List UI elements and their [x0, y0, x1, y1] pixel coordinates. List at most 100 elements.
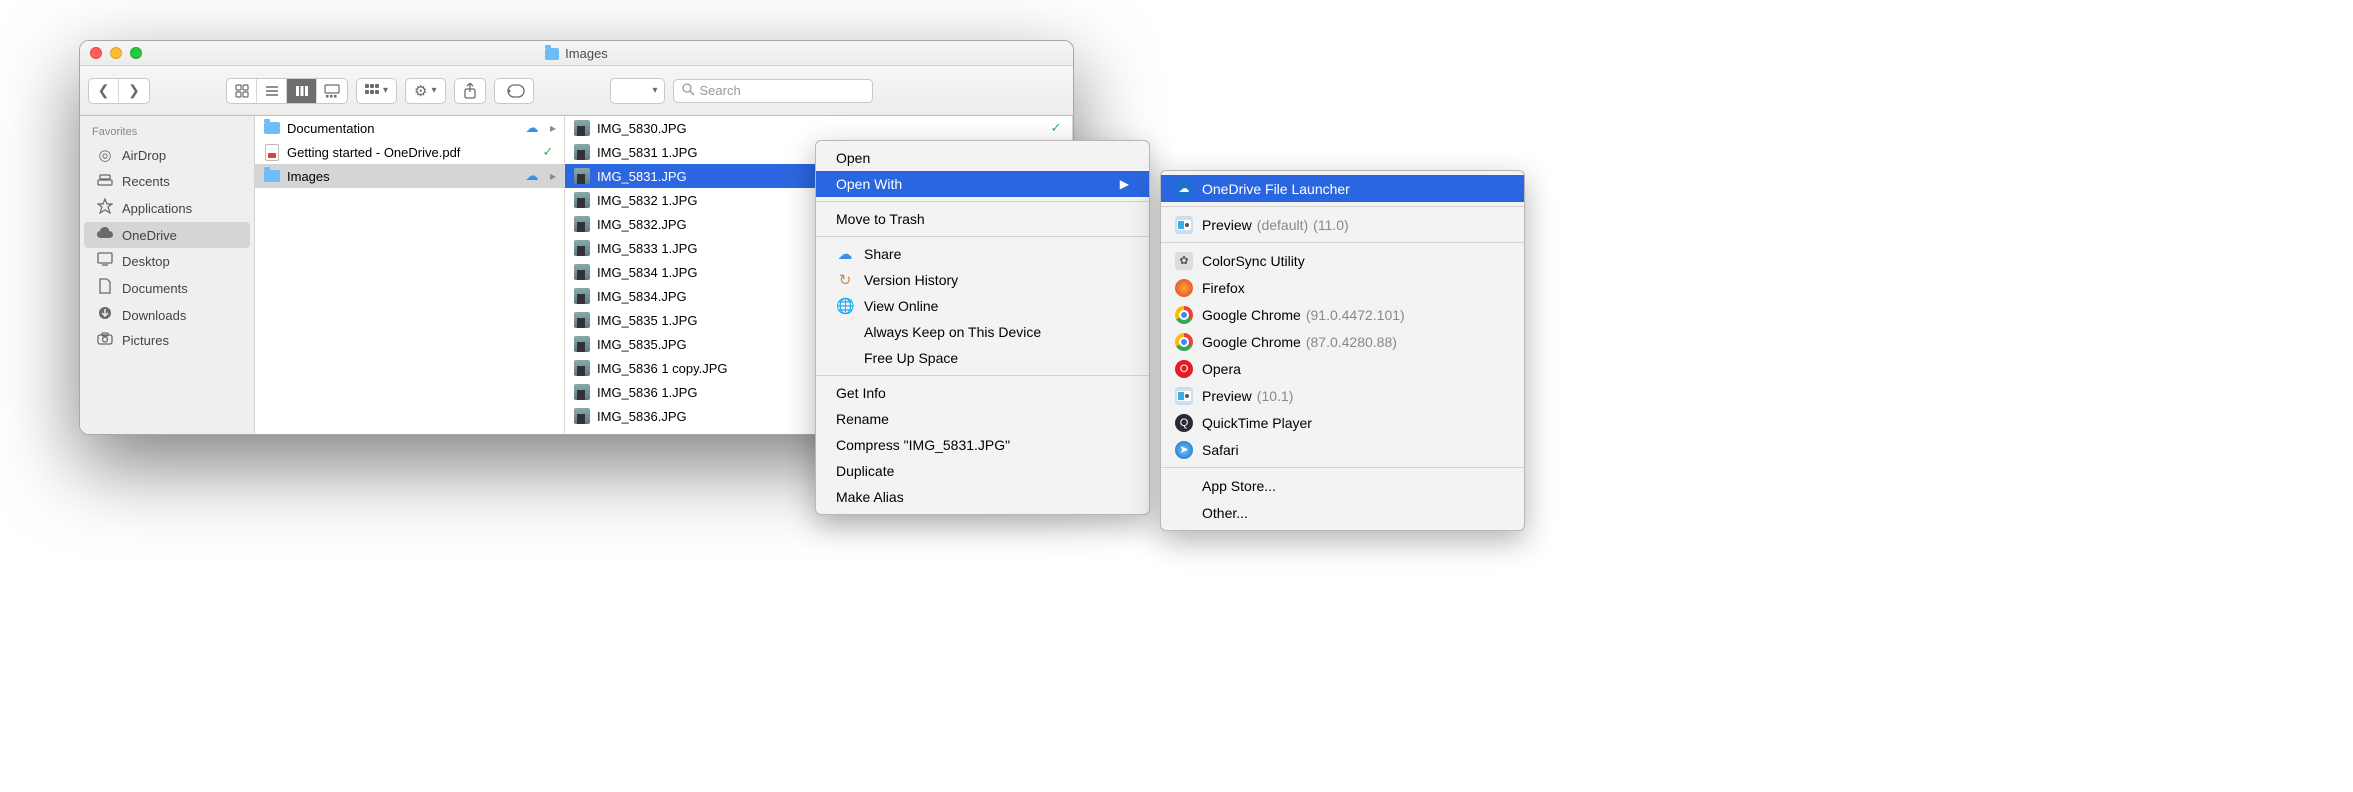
window-title: Images [565, 41, 608, 66]
image-icon [573, 167, 591, 185]
search-placeholder: Search [700, 83, 741, 98]
image-icon [573, 335, 591, 353]
openwith-colorsync[interactable]: ✿ ColorSync Utility [1161, 247, 1524, 274]
folder-icon [263, 167, 281, 185]
image-icon [573, 263, 591, 281]
openwith-opera[interactable]: O Opera [1161, 355, 1524, 382]
close-window-button[interactable] [90, 47, 102, 59]
file-row[interactable]: IMG_5830.JPG ✓ [565, 116, 1072, 140]
cloud-status-icon: ☁ [524, 120, 540, 136]
list-view-button[interactable] [257, 79, 287, 103]
folder-icon [545, 48, 559, 60]
pdf-icon [263, 143, 281, 161]
opera-app-icon: O [1175, 360, 1193, 378]
preview-app-icon [1175, 387, 1193, 405]
ctx-open-with[interactable]: Open With▶ [816, 171, 1149, 197]
sidebar-item-pictures[interactable]: Pictures [84, 328, 250, 353]
group-by-button[interactable]: ▾ [356, 78, 397, 104]
quicktime-app-icon: Q [1175, 414, 1193, 432]
fullscreen-window-button[interactable] [130, 47, 142, 59]
colorsync-app-icon: ✿ [1175, 252, 1193, 270]
openwith-quicktime[interactable]: Q QuickTime Player [1161, 409, 1524, 436]
ctx-move-to-trash[interactable]: Move to Trash [816, 206, 1149, 232]
image-icon [573, 119, 591, 137]
separator [816, 236, 1149, 237]
sidebar-item-label: Recents [122, 174, 170, 189]
toolbar: ❮ ❯ ▾ ⚙▾ [80, 66, 1073, 116]
image-icon [573, 311, 591, 329]
image-icon [573, 143, 591, 161]
ctx-always-keep[interactable]: Always Keep on This Device [816, 319, 1149, 345]
view-mode-buttons [226, 78, 348, 104]
sidebar-item-label: Desktop [122, 254, 170, 269]
sidebar-item-documents[interactable]: Documents [84, 274, 250, 302]
chrome-app-icon [1175, 306, 1193, 324]
openwith-preview-10[interactable]: Preview (10.1) [1161, 382, 1524, 409]
minimize-window-button[interactable] [110, 47, 122, 59]
tag-button[interactable] [494, 78, 534, 104]
openwith-preview-default[interactable]: Preview (default) (11.0) [1161, 211, 1524, 238]
sidebar-favorites-header: Favorites [80, 124, 254, 142]
image-icon [573, 407, 591, 425]
share-button[interactable] [454, 78, 486, 104]
open-with-submenu: ☁ OneDrive File Launcher Preview (defaul… [1160, 170, 1525, 531]
firefox-app-icon [1175, 279, 1193, 297]
path-dropdown[interactable]: ▾ [610, 78, 665, 104]
safari-app-icon: ➤ [1175, 441, 1193, 459]
openwith-safari[interactable]: ➤ Safari [1161, 436, 1524, 463]
folder-icon [263, 119, 281, 137]
image-icon [573, 287, 591, 305]
synced-status-icon: ✓ [540, 144, 556, 160]
separator [1161, 467, 1524, 468]
openwith-onedrive-launcher[interactable]: ☁ OneDrive File Launcher [1161, 175, 1524, 202]
file-row-selected[interactable]: Images ☁ ▸ [255, 164, 564, 188]
ctx-view-online[interactable]: 🌐 View Online [816, 293, 1149, 319]
openwith-app-store[interactable]: App Store... [1161, 472, 1524, 499]
back-button[interactable]: ❮ [89, 79, 119, 103]
sidebar-item-applications[interactable]: Applications [84, 194, 250, 222]
sidebar-item-airdrop[interactable]: ◎ AirDrop [84, 142, 250, 168]
preview-app-icon [1175, 216, 1193, 234]
chevron-right-icon: ▸ [546, 169, 556, 183]
ctx-free-up[interactable]: Free Up Space [816, 345, 1149, 371]
file-row[interactable]: Getting started - OneDrive.pdf ✓ [255, 140, 564, 164]
sidebar-item-onedrive[interactable]: OneDrive [84, 222, 250, 248]
gallery-view-button[interactable] [317, 79, 347, 103]
airdrop-icon: ◎ [96, 146, 114, 164]
sidebar-item-label: Downloads [122, 308, 186, 323]
sidebar-item-downloads[interactable]: Downloads [84, 302, 250, 328]
column-view-button[interactable] [287, 79, 317, 103]
file-name: Getting started - OneDrive.pdf [287, 145, 534, 160]
ctx-make-alias[interactable]: Make Alias [816, 484, 1149, 510]
ctx-duplicate[interactable]: Duplicate [816, 458, 1149, 484]
file-row[interactable]: Documentation ☁ ▸ [255, 116, 564, 140]
openwith-chrome-91[interactable]: Google Chrome (91.0.4472.101) [1161, 301, 1524, 328]
documents-icon [96, 278, 114, 298]
chrome-app-icon [1175, 333, 1193, 351]
file-name: Documentation [287, 121, 518, 136]
openwith-chrome-87[interactable]: Google Chrome (87.0.4280.88) [1161, 328, 1524, 355]
ctx-open[interactable]: Open [816, 145, 1149, 171]
globe-icon: 🌐 [836, 297, 854, 315]
context-menu: Open Open With▶ Move to Trash ☁ Share ↻ … [815, 140, 1150, 515]
sidebar-item-label: AirDrop [122, 148, 166, 163]
openwith-other[interactable]: Other... [1161, 499, 1524, 526]
search-input[interactable]: Search [673, 79, 873, 103]
ctx-compress[interactable]: Compress "IMG_5831.JPG" [816, 432, 1149, 458]
sidebar-item-desktop[interactable]: Desktop [84, 248, 250, 274]
ctx-version-history[interactable]: ↻ Version History [816, 267, 1149, 293]
icon-view-button[interactable] [227, 79, 257, 103]
titlebar: Images [80, 41, 1073, 66]
ctx-get-info[interactable]: Get Info [816, 380, 1149, 406]
openwith-firefox[interactable]: Firefox [1161, 274, 1524, 301]
sidebar-item-label: Pictures [122, 333, 169, 348]
action-button[interactable]: ⚙▾ [405, 78, 445, 104]
ctx-share[interactable]: ☁ Share [816, 241, 1149, 267]
search-icon [682, 83, 695, 99]
sidebar-item-recents[interactable]: Recents [84, 168, 250, 194]
ctx-rename[interactable]: Rename [816, 406, 1149, 432]
recents-icon [96, 172, 114, 190]
nav-buttons: ❮ ❯ [88, 78, 150, 104]
forward-button[interactable]: ❯ [119, 79, 149, 103]
image-icon [573, 239, 591, 257]
